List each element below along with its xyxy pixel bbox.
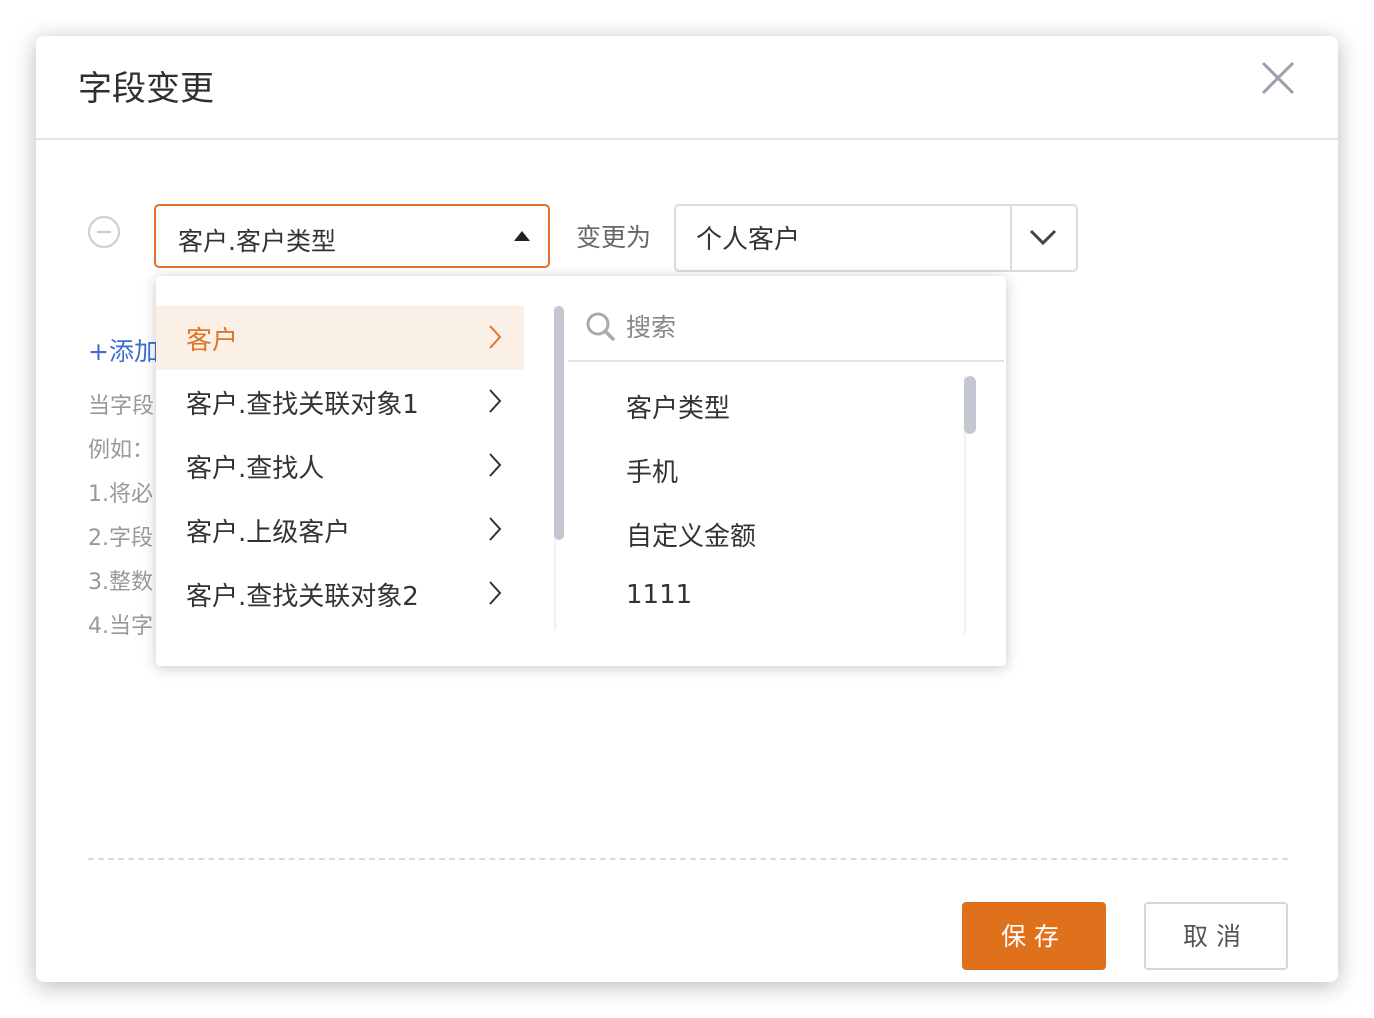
object-menu-item[interactable]: 客户.查找关联对象2 xyxy=(156,562,524,626)
object-menu-label: 客户 xyxy=(186,326,239,356)
object-menu-label: 客户.查找人 xyxy=(186,454,325,484)
cancel-button[interactable]: 取消 xyxy=(1144,902,1288,970)
hint-line: 当字段 xyxy=(88,394,155,419)
search-icon xyxy=(586,312,616,342)
object-menu-item[interactable]: 客户 xyxy=(156,306,524,370)
object-list-scrollbar[interactable] xyxy=(554,306,564,540)
field-list-item[interactable]: 客户类型 xyxy=(626,388,730,425)
hint-line: 4.当字 xyxy=(88,614,153,639)
minus-circle-icon[interactable] xyxy=(88,216,120,248)
chevron-right-icon xyxy=(489,517,502,541)
field-list-item[interactable]: 自定义金额 xyxy=(626,516,756,553)
chevron-right-icon xyxy=(489,581,502,605)
hint-line: 例如： xyxy=(88,438,155,463)
field-select[interactable]: 客户.客户类型 xyxy=(154,204,550,268)
footer-divider xyxy=(88,858,1288,860)
add-rule-link[interactable]: +添加 xyxy=(88,332,159,368)
save-button[interactable]: 保存 xyxy=(962,902,1106,970)
chevron-right-icon xyxy=(489,453,502,477)
field-search-input[interactable] xyxy=(624,306,988,348)
object-menu-label: 客户.查找关联对象1 xyxy=(186,390,419,420)
field-search-box xyxy=(568,294,1004,362)
field-list-item[interactable]: 手机 xyxy=(626,452,678,489)
field-dropdown-panel: 客户 客户.查找关联对象1 客户.查找人 客户.上级客户 客户.查找关联对象2 xyxy=(156,276,1006,666)
object-menu-label: 客户.上级客户 xyxy=(186,518,351,548)
field-list-item[interactable]: 1111 xyxy=(626,580,692,610)
object-menu-item[interactable]: 客户.上级客户 xyxy=(156,498,524,562)
field-change-dialog: 字段变更 客户.客户类型 变更为 个人客户 +添加 当字段 例如： 1.将必 2… xyxy=(36,36,1338,982)
hint-line: 3.整数 xyxy=(88,570,153,595)
field-list-scrollbar[interactable] xyxy=(964,376,976,434)
target-value: 个人客户 xyxy=(696,225,801,255)
chevron-right-icon xyxy=(489,389,502,413)
hint-line: 1.将必 xyxy=(88,482,153,507)
hint-line: 2.字段 xyxy=(88,526,153,551)
object-menu-item[interactable]: 客户.查找关联对象1 xyxy=(156,370,524,434)
target-value-select[interactable]: 个人客户 xyxy=(674,204,1078,272)
select-divider xyxy=(1010,206,1012,270)
close-icon[interactable] xyxy=(1258,58,1298,98)
caret-up-icon xyxy=(514,231,530,241)
chevron-down-icon[interactable] xyxy=(1028,226,1058,248)
dialog-title: 字段变更 xyxy=(78,69,214,109)
object-menu-label: 客户.查找关联对象2 xyxy=(186,582,419,612)
object-menu-item[interactable]: 客户.查找人 xyxy=(156,434,524,498)
chevron-right-icon xyxy=(489,325,502,349)
dialog-header: 字段变更 xyxy=(36,36,1338,140)
field-select-value: 客户.客户类型 xyxy=(178,227,336,256)
change-to-label: 变更为 xyxy=(576,223,652,252)
